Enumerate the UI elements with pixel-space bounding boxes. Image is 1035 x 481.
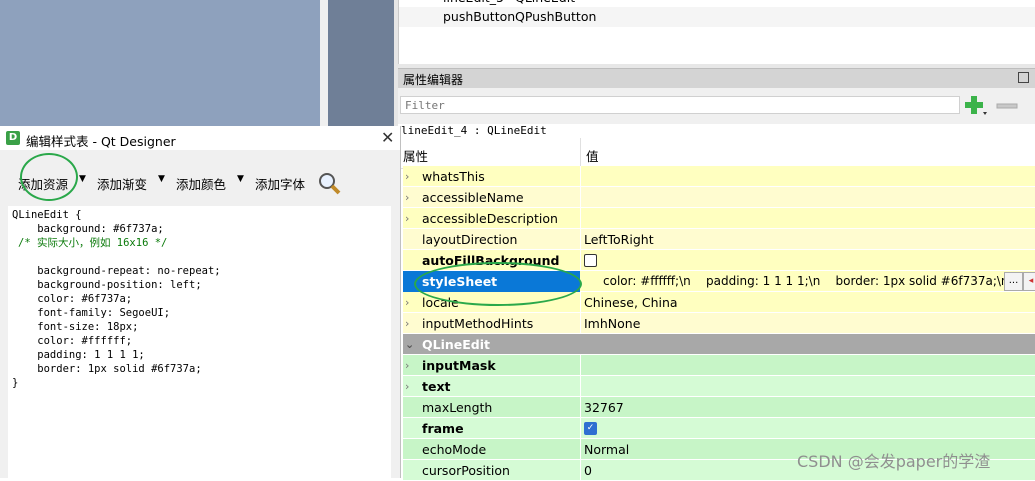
object-row[interactable]: pushButton QPushButton: [399, 7, 1035, 27]
column-divider: [580, 229, 581, 250]
column-divider: [580, 250, 581, 271]
code-line: font-family: SegoeUI;: [12, 307, 171, 319]
column-divider: [580, 166, 581, 187]
property-row[interactable]: › inputMask: [403, 355, 1035, 376]
column-header-value[interactable]: 值: [586, 146, 599, 165]
property-name: accessibleDescription: [422, 211, 558, 226]
add-gradient-button[interactable]: 添加渐变: [97, 174, 147, 193]
chevron-right-icon[interactable]: ›: [405, 376, 415, 397]
code-line: background: #6f737a;: [12, 223, 164, 235]
group-header-qlineedit[interactable]: ⌄ QLineEdit: [403, 334, 1035, 355]
object-class: QPushButton: [515, 9, 597, 24]
object-name: pushButton: [443, 9, 516, 24]
code-line: border: 1px solid #6f737a;: [12, 363, 202, 375]
stylesheet-value[interactable]: color: #ffffff;\n padding: 1 1 1 1;\n bo…: [603, 271, 1016, 292]
property-row[interactable]: › whatsThis: [403, 166, 1035, 187]
close-icon[interactable]: ✕: [381, 128, 394, 147]
add-property-button[interactable]: [963, 95, 989, 117]
column-divider: [580, 418, 581, 439]
magnifier-icon[interactable]: [316, 170, 342, 196]
property-row[interactable]: layoutDirection LeftToRight: [403, 229, 1035, 250]
add-font-button[interactable]: 添加字体: [255, 174, 305, 193]
property-name: inputMethodHints: [422, 316, 534, 331]
autofill-checkbox[interactable]: [584, 254, 597, 267]
remove-property-button[interactable]: [996, 100, 1018, 110]
property-name: text: [422, 379, 451, 394]
code-comment: /* 实际大小，例如 16x16 */: [18, 237, 168, 249]
column-divider: [580, 313, 581, 334]
column-header-property[interactable]: 属性: [403, 146, 428, 165]
code-line: font-size: 18px;: [12, 321, 139, 333]
property-row[interactable]: › text: [403, 376, 1035, 397]
property-name: inputMask: [422, 358, 496, 373]
property-editor-header: 属性编辑器: [398, 68, 1035, 88]
background-panel: [328, 0, 394, 126]
background-divider: [320, 0, 328, 126]
minus-icon: [996, 103, 1018, 109]
stylesheet-code-editor[interactable]: QLineEdit { background: #6f737a; /* 实际大小…: [8, 206, 391, 478]
column-divider: [580, 439, 581, 460]
column-divider: [580, 208, 581, 229]
dialog-title: 编辑样式表 - Qt Designer: [26, 134, 176, 149]
column-divider: [580, 138, 581, 168]
reset-arrow-icon[interactable]: ◂: [1023, 272, 1035, 291]
code-line: background-repeat: no-repeat;: [12, 265, 221, 277]
dropdown-arrow-icon[interactable]: ▼: [158, 174, 165, 184]
property-row[interactable]: › accessibleName: [403, 187, 1035, 208]
filter-input[interactable]: [400, 96, 960, 114]
property-name: accessibleName: [422, 190, 524, 205]
property-table-header: 属性 值: [398, 138, 1035, 169]
plus-icon: [965, 96, 987, 115]
annotation-ellipse: [414, 262, 582, 306]
annotation-ellipse: [20, 153, 78, 201]
property-value[interactable]: Normal: [584, 439, 629, 460]
property-editor-toolbar: [398, 88, 1035, 124]
chevron-right-icon[interactable]: ›: [405, 292, 415, 313]
dropdown-arrow-icon[interactable]: ▼: [79, 174, 86, 184]
property-value[interactable]: 32767: [584, 397, 624, 418]
designer-app-icon: D: [6, 131, 20, 145]
code-line: color: #ffffff;: [12, 335, 133, 347]
property-name: maxLength: [422, 400, 493, 415]
column-divider: [580, 187, 581, 208]
chevron-right-icon[interactable]: ›: [405, 313, 415, 334]
code-line: background-position: left;: [12, 279, 202, 291]
code-line: padding: 1 1 1 1;: [12, 349, 145, 361]
property-name: layoutDirection: [422, 232, 518, 247]
property-row[interactable]: › inputMethodHints ImhNone: [403, 313, 1035, 334]
chevron-right-icon[interactable]: ›: [405, 355, 415, 376]
property-row[interactable]: frame ✓: [403, 418, 1035, 439]
group-name: QLineEdit: [422, 337, 490, 352]
object-inspector-list: lineEdit_5 QLineEdit pushButton QPushBut…: [398, 0, 1035, 64]
chevron-right-icon[interactable]: ›: [405, 187, 415, 208]
column-divider: [580, 397, 581, 418]
property-editor-title: 属性编辑器: [403, 73, 464, 87]
current-object-label: lineEdit_4 : QLineEdit: [398, 124, 1035, 138]
column-divider: [580, 376, 581, 397]
chevron-right-icon[interactable]: ›: [405, 208, 415, 229]
property-row[interactable]: maxLength 32767: [403, 397, 1035, 418]
watermark: CSDN @会发paper的学渣: [797, 452, 991, 471]
frame-checkbox[interactable]: ✓: [584, 422, 597, 435]
property-row[interactable]: › accessibleDescription: [403, 208, 1035, 229]
edit-stylesheet-button[interactable]: ...: [1004, 272, 1023, 291]
add-color-button[interactable]: 添加颜色: [176, 174, 226, 193]
code-line: QLineEdit {: [12, 209, 82, 221]
dialog-title-bar[interactable]: D 编辑样式表 - Qt Designer ✕: [0, 126, 400, 150]
chevron-down-icon[interactable]: ⌄: [405, 334, 415, 355]
float-dock-icon[interactable]: [1018, 72, 1029, 83]
property-value[interactable]: ImhNone: [584, 313, 640, 334]
code-line: }: [12, 377, 19, 389]
property-name: echoMode: [422, 442, 487, 457]
dropdown-arrow-icon[interactable]: ▼: [237, 174, 244, 184]
property-value[interactable]: Chinese, China: [584, 292, 678, 313]
code-line: color: #6f737a;: [12, 293, 133, 305]
property-name: whatsThis: [422, 169, 485, 184]
property-value[interactable]: LeftToRight: [584, 229, 654, 250]
column-divider: [580, 292, 581, 313]
chevron-right-icon[interactable]: ›: [405, 166, 415, 187]
property-name: frame: [422, 421, 464, 436]
column-divider: [580, 355, 581, 376]
